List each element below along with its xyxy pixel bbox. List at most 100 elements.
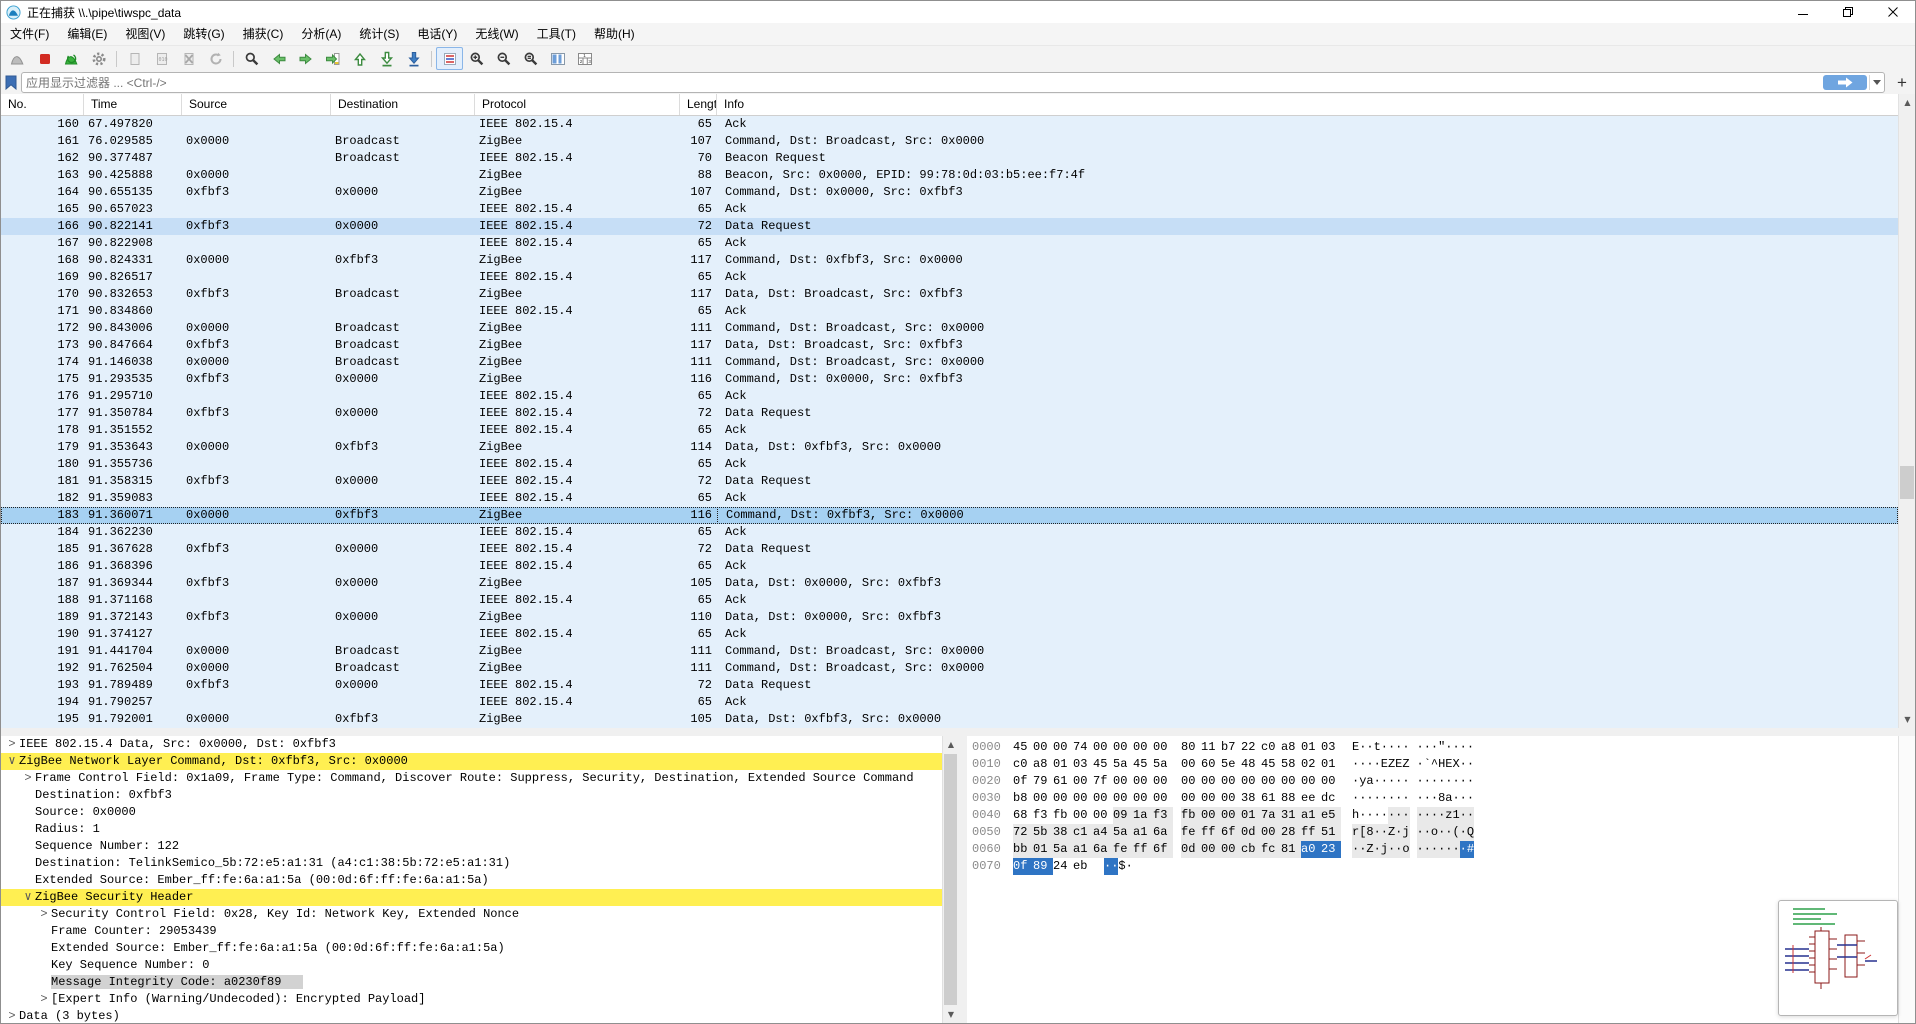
column-header-time[interactable]: Time (84, 94, 182, 115)
hex-byte[interactable]: 88 (1281, 790, 1301, 807)
packet-row-186[interactable]: 18691.368396IEEE 802.15.465Ack (1, 558, 1898, 575)
packet-row-161[interactable]: 16176.0295850x0000BroadcastZigBee107Comm… (1, 133, 1898, 150)
hex-byte[interactable]: 00 (1181, 773, 1201, 790)
colorize-icon[interactable] (436, 47, 463, 70)
hex-row-0070[interactable]: 00700f8924eb··$· (967, 858, 1898, 875)
menu-item-10[interactable]: 帮助(H) (585, 24, 644, 45)
hex-byte[interactable]: 45 (1261, 756, 1281, 773)
detail-line-1[interactable]: ∨ZigBee Network Layer Command, Dst: 0xfb… (1, 753, 942, 770)
start-capture-icon[interactable] (4, 47, 31, 70)
packet-row-173[interactable]: 17390.8476640xfbf3BroadcastZigBee117Data… (1, 337, 1898, 354)
hex-byte[interactable]: 5a (1113, 756, 1133, 773)
add-filter-button[interactable]: + (1889, 72, 1915, 94)
hex-byte[interactable]: 00 (1073, 807, 1093, 824)
scroll-down-icon[interactable]: ▼ (943, 1006, 959, 1023)
packet-row-170[interactable]: 17090.8326530xfbf3BroadcastZigBee117Data… (1, 286, 1898, 303)
hex-byte[interactable]: 72 (1013, 824, 1033, 841)
hex-byte[interactable]: f3 (1153, 807, 1173, 824)
packet-row-195[interactable]: 19591.7920010x00000xfbf3ZigBee105Data, D… (1, 711, 1898, 728)
next-packet-icon[interactable] (292, 47, 319, 70)
reload-file-icon[interactable] (202, 47, 229, 70)
detail-line-13[interactable]: Key Sequence Number: 0 (1, 957, 942, 974)
hex-byte[interactable]: fe (1113, 841, 1133, 858)
detail-line-7[interactable]: Destination: TelinkSemico_5b:72:e5:a1:31… (1, 855, 942, 872)
hex-byte[interactable]: a1 (1073, 841, 1093, 858)
layout-columns-icon[interactable]: 123 (571, 47, 598, 70)
hex-byte[interactable]: 00 (1221, 807, 1241, 824)
hex-byte[interactable]: 00 (1133, 790, 1153, 807)
horizontal-splitter[interactable] (1, 728, 1915, 736)
packet-row-191[interactable]: 19191.4417040x0000BroadcastZigBee111Comm… (1, 643, 1898, 660)
hex-byte[interactable]: 00 (1301, 773, 1321, 790)
hex-byte[interactable]: 0d (1181, 841, 1201, 858)
hex-byte[interactable]: 5a (1113, 824, 1133, 841)
stop-capture-icon[interactable] (31, 47, 58, 70)
packet-row-162[interactable]: 16290.377487BroadcastIEEE 802.15.470Beac… (1, 150, 1898, 167)
hex-byte[interactable]: 6a (1093, 841, 1113, 858)
hex-byte[interactable]: 00 (1221, 773, 1241, 790)
hex-byte[interactable]: 00 (1073, 790, 1093, 807)
hex-byte[interactable]: 00 (1201, 807, 1221, 824)
expand-icon[interactable]: > (21, 770, 35, 787)
hex-byte[interactable]: 11 (1201, 739, 1221, 756)
apply-filter-button[interactable] (1823, 75, 1867, 90)
detail-line-6[interactable]: Sequence Number: 122 (1, 838, 942, 855)
hex-byte[interactable]: dc (1321, 790, 1341, 807)
hex-byte[interactable]: 48 (1241, 756, 1261, 773)
hex-byte[interactable]: ee (1301, 790, 1321, 807)
hex-byte[interactable]: 7f (1093, 773, 1113, 790)
scroll-up-icon[interactable]: ▲ (943, 736, 959, 753)
detail-line-2[interactable]: >Frame Control Field: 0x1a09, Frame Type… (1, 770, 942, 787)
vertical-splitter[interactable] (958, 736, 967, 1023)
packet-row-190[interactable]: 19091.374127IEEE 802.15.465Ack (1, 626, 1898, 643)
hex-byte[interactable]: fb (1053, 807, 1073, 824)
packet-row-194[interactable]: 19491.790257IEEE 802.15.465Ack (1, 694, 1898, 711)
hex-row-0050[interactable]: 0050725b38c1a45aa16afeff6f0d0028ff51r[8·… (967, 824, 1898, 841)
detail-line-0[interactable]: >IEEE 802.15.4 Data, Src: 0x0000, Dst: 0… (1, 736, 942, 753)
hex-byte[interactable]: 6f (1153, 841, 1173, 858)
scroll-up-icon[interactable]: ▲ (1899, 94, 1916, 111)
hex-byte[interactable]: 00 (1133, 773, 1153, 790)
hex-byte[interactable]: 60 (1201, 756, 1221, 773)
hex-byte[interactable]: b8 (1013, 790, 1033, 807)
detail-scroll-thumb[interactable] (944, 754, 957, 1005)
hex-byte[interactable]: 00 (1261, 773, 1281, 790)
hex-byte[interactable]: eb (1073, 858, 1093, 875)
hex-byte[interactable]: bb (1013, 841, 1033, 858)
hex-byte[interactable]: a4 (1093, 824, 1113, 841)
packet-row-177[interactable]: 17791.3507840xfbf30x0000IEEE 802.15.472D… (1, 405, 1898, 422)
hex-byte[interactable]: 00 (1153, 773, 1173, 790)
detail-line-11[interactable]: Frame Counter: 29053439 (1, 923, 942, 940)
hex-byte[interactable]: 0f (1013, 858, 1033, 875)
packet-list-scrollbar[interactable]: ▲ ▼ (1898, 94, 1915, 728)
menu-item-2[interactable]: 视图(V) (116, 24, 174, 45)
packet-row-165[interactable]: 16590.657023IEEE 802.15.465Ack (1, 201, 1898, 218)
hex-byte[interactable]: 00 (1201, 773, 1221, 790)
open-file-icon[interactable] (121, 47, 148, 70)
hex-byte[interactable]: fe (1181, 824, 1201, 841)
hex-byte[interactable]: 58 (1281, 756, 1301, 773)
previous-packet-icon[interactable] (265, 47, 292, 70)
zoom-out-icon[interactable] (490, 47, 517, 70)
menu-item-0[interactable]: 文件(F) (1, 24, 58, 45)
hex-byte[interactable]: 6f (1221, 824, 1241, 841)
hex-byte[interactable]: 74 (1073, 739, 1093, 756)
hex-byte[interactable]: 00 (1093, 790, 1113, 807)
hex-byte[interactable]: 00 (1133, 739, 1153, 756)
column-header-no[interactable]: No. (1, 94, 84, 115)
hex-byte[interactable]: a8 (1033, 756, 1053, 773)
hex-byte[interactable]: a1 (1133, 824, 1153, 841)
packet-row-183[interactable]: 18391.3600710x00000xfbf3ZigBee116Command… (1, 507, 1898, 524)
column-header-info[interactable]: Info (717, 94, 1899, 115)
hex-byte[interactable]: 00 (1221, 841, 1241, 858)
hex-byte[interactable]: 03 (1073, 756, 1093, 773)
expand-icon[interactable]: > (37, 991, 51, 1008)
menu-item-5[interactable]: 分析(A) (292, 24, 350, 45)
collapse-icon[interactable]: ∨ (21, 889, 35, 906)
packet-row-160[interactable]: 16067.497820IEEE 802.15.465Ack (1, 116, 1898, 133)
detail-line-3[interactable]: Destination: 0xfbf3 (1, 787, 942, 804)
hex-byte[interactable]: 00 (1113, 739, 1133, 756)
hex-byte[interactable]: 00 (1201, 841, 1221, 858)
hex-byte[interactable]: b7 (1221, 739, 1241, 756)
hex-byte[interactable]: 45 (1013, 739, 1033, 756)
